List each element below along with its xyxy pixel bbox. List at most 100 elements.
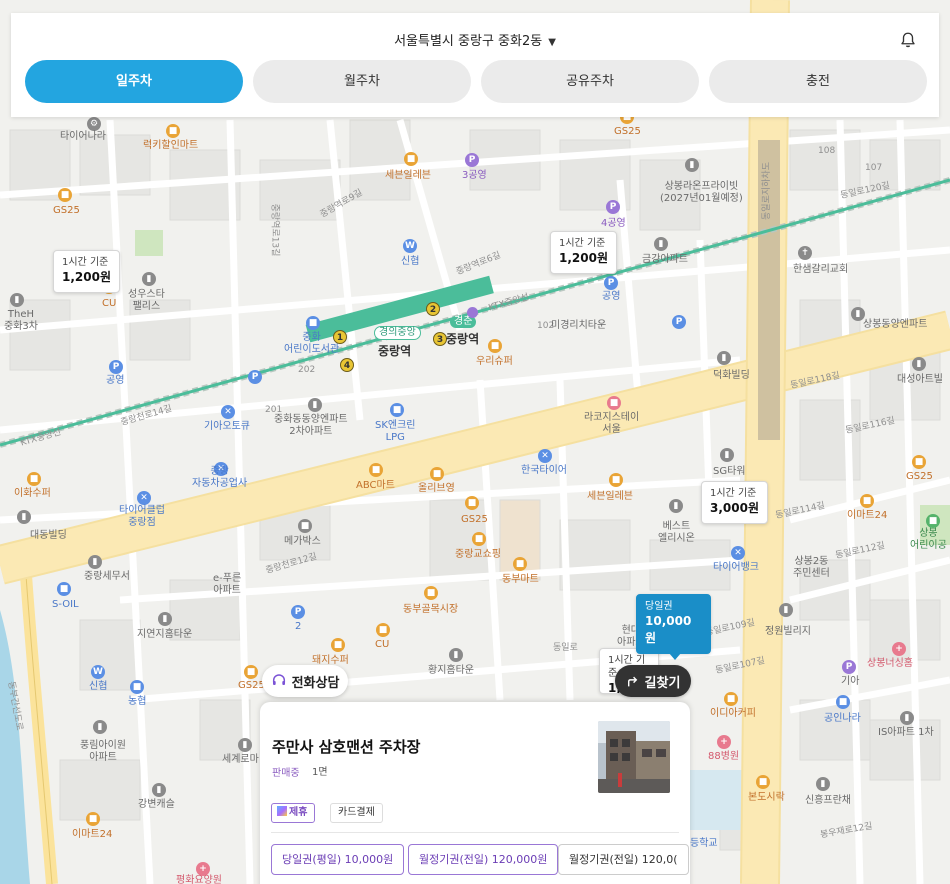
bell-icon[interactable] xyxy=(899,31,917,49)
station-name[interactable]: 중랑역 xyxy=(378,345,411,357)
building-icon: ▮ xyxy=(238,738,252,752)
poi-label: 기아오토큐 xyxy=(204,421,250,432)
poi-label: 올리브영 xyxy=(418,483,455,494)
office-icon: ■ xyxy=(836,695,850,709)
building-icon: ▮ xyxy=(720,448,734,462)
repair-icon: ✕ xyxy=(221,405,235,419)
mart-icon: ■ xyxy=(166,124,180,138)
poi-label: 동부골목시장 xyxy=(403,604,459,615)
poi-label: 공영 xyxy=(106,375,125,386)
poi-label: GS25 xyxy=(906,471,933,482)
building-icon: ▮ xyxy=(158,612,172,626)
parking-icon: P xyxy=(672,315,686,329)
store-icon: ■ xyxy=(244,665,258,679)
road-label: 동일로지하차도 xyxy=(761,162,772,220)
building-icon: ▮ xyxy=(10,293,24,307)
building-icon: ▮ xyxy=(685,158,699,172)
ticket-option[interactable]: 월정기권(전일) 120,0( xyxy=(558,844,689,875)
station-line-icon: 1 xyxy=(333,330,347,344)
poi-label: 평화요양원 xyxy=(176,875,222,884)
store-icon: ■ xyxy=(404,152,418,166)
parking-lot-photo[interactable] xyxy=(598,721,670,793)
poi-label: 동부마트 xyxy=(502,574,539,585)
parking-number: 2 xyxy=(295,621,302,632)
building-icon: ▮ xyxy=(449,648,463,662)
partner-tag-label: 제휴 xyxy=(289,807,308,818)
parking-lot-name: 주만사 삼호맨션 주차장 xyxy=(272,738,421,756)
poi-label: 타이어나라 xyxy=(60,131,106,142)
price-marker-title: 당일권 xyxy=(645,601,673,612)
poi-label: 중화 어린이도서관 xyxy=(284,332,340,355)
price-marker-title: 1시간 기준 xyxy=(710,488,757,499)
hospital-icon: + xyxy=(196,862,210,876)
poi-label: 미경리치타운 xyxy=(551,320,607,331)
phone-consult-button[interactable]: 전화상담 xyxy=(262,665,348,697)
selected-parking-price-marker[interactable]: 당일권 10,000원 xyxy=(636,594,711,660)
shop-icon: ⚙ xyxy=(87,117,101,131)
divider xyxy=(271,832,679,833)
poi-label: 금강아파트 xyxy=(642,254,688,265)
price-marker-price: 3,000원 xyxy=(710,501,759,515)
parking-icon: P xyxy=(291,605,305,619)
station-line-icon: 2 xyxy=(426,302,440,316)
building-icon: ▮ xyxy=(17,510,31,524)
tab-daily-parking[interactable]: 일주차 xyxy=(25,60,243,103)
caret-down-icon: ▼ xyxy=(548,37,556,48)
poi-label: 풍림아이원 아파트 xyxy=(80,740,126,763)
poi-label: GS25 xyxy=(461,514,488,525)
building-icon: ▮ xyxy=(308,398,322,412)
bank-icon: ■ xyxy=(130,680,144,694)
poi-label: 럭키할인마트 xyxy=(143,140,199,151)
poi-label: 3공영 xyxy=(462,170,487,181)
poi-label: ABC마트 xyxy=(356,480,395,491)
parking-price-marker[interactable]: 1시간 기준 3,000원 xyxy=(701,481,768,524)
station-name[interactable]: 중랑역 xyxy=(446,333,479,345)
poi-label: 신흥프란채 xyxy=(805,795,851,806)
building-icon: ▮ xyxy=(93,720,107,734)
building-number: 202 xyxy=(298,365,316,375)
poi-label: CU xyxy=(375,639,390,650)
parking-icon: P xyxy=(248,370,262,384)
poi-label: 지연지홈타운 xyxy=(137,629,193,640)
phone-consult-label: 전화상담 xyxy=(291,675,340,691)
directions-label: 길찾기 xyxy=(644,675,681,691)
bank-icon: W xyxy=(91,665,105,679)
parking-detail-card[interactable]: 주만사 삼호맨션 주차장 판매중 1면 제휴 카드결제 당일권(평일) 10,0… xyxy=(260,702,690,884)
poi-label: 타이어뱅크 xyxy=(713,562,759,573)
sale-status-badge: 판매중 xyxy=(272,768,300,779)
poi-label: 우리슈퍼 xyxy=(476,356,513,367)
location-selector[interactable]: 서울특별시 중랑구 중화2동 ▼ xyxy=(11,30,939,49)
building-icon: ▮ xyxy=(900,711,914,725)
poi-label: 신협 xyxy=(401,256,420,267)
poi-label: 농협 xyxy=(128,696,147,707)
ticket-option[interactable]: 월정기권(전일) 120,000원 xyxy=(408,844,559,875)
card-payment-tag: 카드결제 xyxy=(330,803,383,823)
poi-label: 세븐일레븐 xyxy=(385,170,431,181)
parking-icon: P xyxy=(842,660,856,674)
directions-button[interactable]: 길찾기 xyxy=(615,665,691,697)
store-icon: ■ xyxy=(86,812,100,826)
tab-shared-parking[interactable]: 공유주차 xyxy=(481,60,699,103)
repair-icon: ✕ xyxy=(137,491,151,505)
repair-icon: ✕ xyxy=(731,546,745,560)
church-icon: ✝ xyxy=(798,246,812,260)
price-marker-price: 10,000원 xyxy=(645,614,692,645)
repair-icon: ✕ xyxy=(538,449,552,463)
store-icon: ■ xyxy=(376,623,390,637)
poi-label: 덕화빌딩 xyxy=(713,370,750,381)
ticket-option[interactable]: 당일권(평일) 10,000원 xyxy=(271,844,405,875)
building-icon: ▮ xyxy=(152,783,166,797)
poi-label: 88병원 xyxy=(708,751,740,762)
store-icon: ■ xyxy=(465,496,479,510)
poi-label: 강변캐슬 xyxy=(138,799,175,810)
station-line-icon: 3 xyxy=(433,332,447,346)
price-marker-title: 1시간 기준 xyxy=(559,238,606,249)
tab-monthly-parking[interactable]: 월주차 xyxy=(253,60,471,103)
store-icon: ■ xyxy=(609,473,623,487)
poi-label: 중랑교쇼핑 xyxy=(455,549,501,560)
parking-price-marker[interactable]: 1시간 기준 1,200원 xyxy=(53,250,120,293)
parking-icon: P xyxy=(465,153,479,167)
poi-label: 메가박스 xyxy=(284,536,321,547)
parking-price-marker[interactable]: 1시간 기준 1,200원 xyxy=(550,231,617,274)
tab-charging[interactable]: 충전 xyxy=(709,60,927,103)
